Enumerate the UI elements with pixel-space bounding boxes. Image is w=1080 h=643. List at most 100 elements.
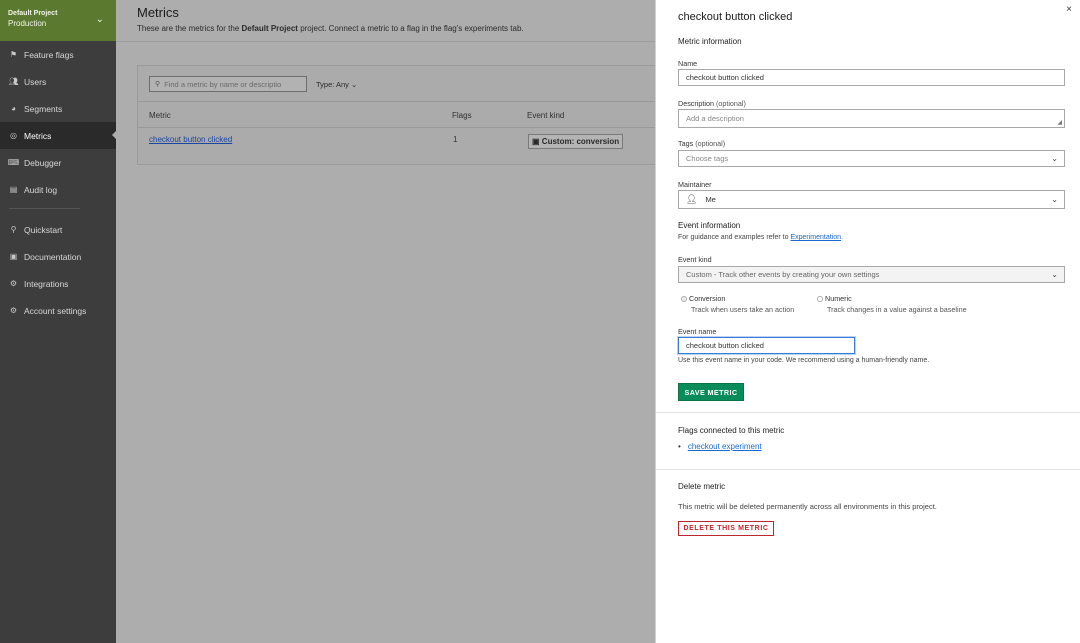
guidance-text-end: .: [841, 234, 843, 241]
bullet-icon: •: [678, 442, 681, 451]
sidebar-item-label: Users: [24, 76, 47, 87]
event-information-heading: Event information: [678, 221, 741, 230]
search-icon: ⚲: [155, 81, 161, 88]
metrics-icon: ◎: [10, 131, 17, 140]
maintainer-value: Me: [705, 195, 716, 204]
optional-tag: (optional): [715, 99, 746, 108]
sidebar-item-integrations[interactable]: ⚙︎ Integrations: [0, 270, 116, 297]
radio-numeric-desc: Track changes in a value against a basel…: [827, 305, 967, 314]
flag-list-item: • checkout experiment: [678, 442, 762, 451]
maintainer-select[interactable]: 👤︎ Me ⌄: [678, 190, 1065, 209]
table-header: Metric Flags Event kind: [138, 101, 661, 128]
subtitle-project: Default Project: [241, 24, 298, 33]
subtitle-text-end: project. Connect a metric to a flag in t…: [297, 24, 524, 33]
radio-dot: [817, 296, 823, 302]
tags-label-text: Tags: [678, 139, 694, 148]
event-name-field[interactable]: checkout button clicked: [678, 337, 855, 354]
delete-metric-button[interactable]: DELETE THIS METRIC: [678, 521, 774, 536]
name-field[interactable]: checkout button clicked: [678, 69, 1065, 86]
resize-handle-icon[interactable]: ◢: [1057, 119, 1062, 126]
chevron-down-icon: ⌄: [95, 14, 104, 25]
tags-label: Tags (optional): [678, 139, 725, 148]
metric-information-heading: Metric information: [678, 37, 742, 46]
metrics-table-card: ⚲ Find a metric by name or descriptio Ty…: [137, 65, 662, 165]
radio-dot: [681, 296, 687, 302]
sidebar-item-audit-log[interactable]: ▤ Audit log: [0, 176, 116, 203]
segments-icon: ◕: [11, 104, 16, 113]
delete-metric-heading: Delete metric: [678, 482, 726, 491]
metrics-page: Metrics These are the metrics for the De…: [116, 0, 662, 643]
type-filter-label: Type: Any: [316, 80, 349, 89]
tags-placeholder: Choose tags: [686, 154, 729, 163]
guidance-text-start: For guidance and examples refer to: [678, 234, 791, 241]
page-title: Metrics: [137, 5, 179, 20]
event-kind-badge: ▣ Custom: conversion: [528, 134, 624, 149]
sidebar-item-users[interactable]: 👥︎ Users: [0, 68, 116, 95]
radio-conversion-label: Conversion: [689, 294, 726, 303]
chevron-down-icon: ⌄: [1051, 154, 1058, 163]
metric-link[interactable]: checkout button clicked: [149, 135, 232, 144]
audit-log-icon: ▤: [9, 185, 18, 194]
section-divider: [656, 412, 1080, 413]
subtitle-text: These are the metrics for the: [137, 24, 242, 33]
guidance-text: For guidance and examples refer to Exper…: [678, 234, 843, 241]
maintainer-label: Maintainer: [678, 180, 712, 189]
sidebar-item-label: Debugger: [24, 157, 62, 168]
sidebar-item-segments[interactable]: ◕ Segments: [0, 95, 116, 122]
save-metric-button[interactable]: SAVE METRIC: [678, 383, 744, 401]
section-divider: [656, 469, 1080, 470]
sidebar-item-quickstart[interactable]: ⚲ Quickstart: [0, 216, 116, 243]
project-switcher[interactable]: Default Project Production ⌄: [0, 0, 116, 41]
radio-numeric-label: Numeric: [825, 294, 852, 303]
experimentation-link[interactable]: Experimentation: [790, 234, 841, 241]
radio-numeric[interactable]: Numeric Track changes in a value against…: [817, 294, 967, 314]
tags-select[interactable]: Choose tags ⌄: [678, 150, 1065, 167]
sidebar-item-feature-flags[interactable]: ⚑ Feature flags: [0, 41, 116, 68]
conversion-icon: ▣: [532, 137, 540, 146]
flag-icon: ⚑: [9, 50, 18, 59]
name-value: checkout button clicked: [686, 73, 764, 82]
chevron-down-icon: ⌄: [1051, 270, 1058, 279]
flags-connected-heading: Flags connected to this metric: [678, 426, 785, 435]
type-filter-dropdown[interactable]: Type: Any ⌄: [316, 80, 357, 89]
environment-name: Production: [8, 19, 47, 28]
optional-tag: (optional): [695, 139, 726, 148]
name-label: Name: [678, 59, 698, 68]
search-input[interactable]: ⚲ Find a metric by name or descriptio: [149, 76, 307, 92]
person-icon: 👤︎: [686, 194, 698, 204]
sidebar-item-label: Quickstart: [24, 224, 63, 235]
quickstart-icon: ⚲: [10, 225, 17, 234]
sidebar-item-label: Integrations: [24, 278, 69, 289]
sidebar-item-documentation[interactable]: ▣ Documentation: [0, 243, 116, 270]
debugger-icon: ⌨: [7, 158, 20, 167]
header-divider: [116, 41, 656, 42]
documentation-icon: ▣: [9, 252, 18, 261]
event-kind-select[interactable]: Custom - Track other events by creating …: [678, 266, 1065, 283]
description-field[interactable]: Add a description ◢: [678, 109, 1065, 128]
sidebar-item-metrics[interactable]: ◎ Metrics: [0, 122, 116, 149]
radio-conversion-desc: Track when users take an action: [691, 305, 795, 314]
column-header-metric: Metric: [149, 111, 171, 120]
sidebar-item-label: Metrics: [24, 130, 52, 141]
chevron-down-icon: ⌄: [1051, 195, 1058, 204]
sidebar-divider: [9, 208, 80, 209]
panel-title: checkout button clicked: [678, 11, 793, 23]
flag-link[interactable]: checkout experiment: [688, 442, 762, 451]
sidebar-item-label: Feature flags: [24, 49, 74, 60]
project-name: Default Project: [8, 10, 58, 17]
description-label: Description (optional): [678, 99, 746, 108]
event-name-help: Use this event name in your code. We rec…: [678, 357, 930, 364]
column-header-event-kind: Event kind: [527, 111, 565, 120]
integrations-icon: ⚙︎: [9, 279, 18, 288]
event-kind-label: Event kind: [678, 255, 712, 264]
sidebar-item-debugger[interactable]: ⌨ Debugger: [0, 149, 116, 176]
page-subtitle: These are the metrics for the Default Pr…: [137, 24, 524, 33]
column-header-flags: Flags: [452, 111, 472, 120]
sidebar-item-account-settings[interactable]: ⚙ Account settings: [0, 297, 116, 324]
event-kind-label: Custom: conversion: [541, 137, 620, 146]
description-label-text: Description: [678, 99, 714, 108]
users-icon: 👥︎: [8, 77, 19, 86]
sidebar-item-label: Audit log: [24, 184, 58, 195]
radio-conversion[interactable]: Conversion Track when users take an acti…: [681, 294, 794, 314]
close-icon[interactable]: ×: [1066, 4, 1072, 15]
